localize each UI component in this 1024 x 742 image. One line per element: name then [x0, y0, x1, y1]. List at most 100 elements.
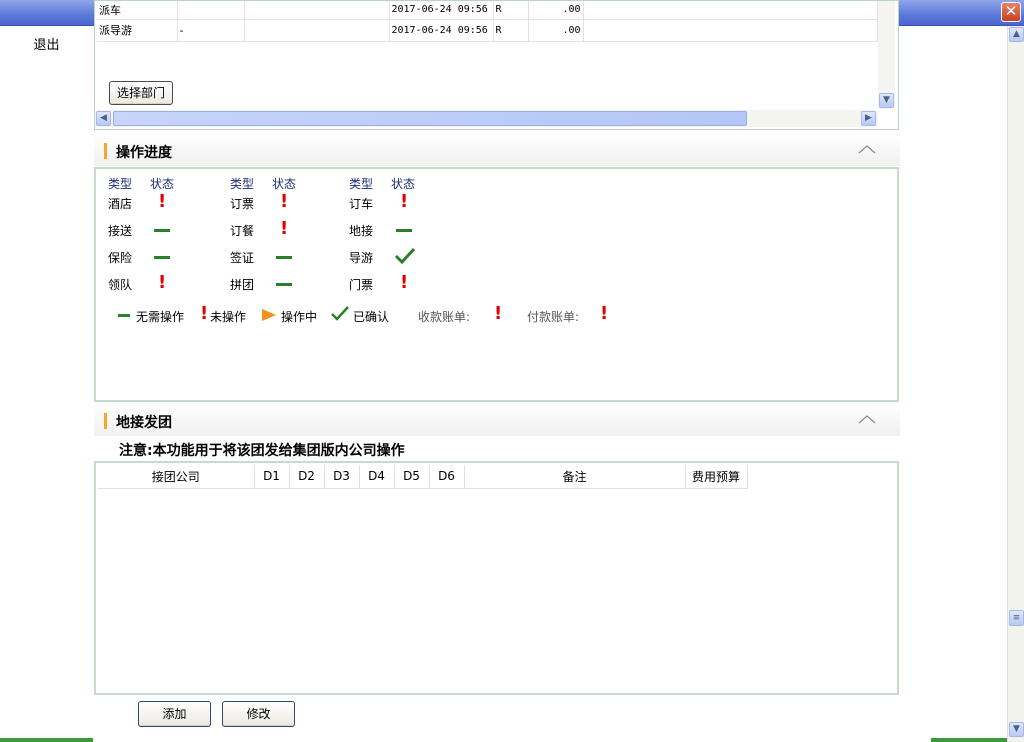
close-window-button[interactable]: ✕ [1001, 2, 1021, 22]
col-remark: 备注 [464, 465, 686, 489]
payable-bill-status-icon[interactable] [600, 303, 608, 324]
cell-type: 派车 [97, 1, 178, 20]
cell-type: 派导游 [97, 19, 178, 42]
col-type-header: 类型 [349, 177, 374, 191]
progress-item-guide: 导游 [349, 251, 374, 265]
progress-item-hotel: 酒店 [108, 197, 133, 211]
progress-item-admission: 门票 [349, 278, 374, 292]
progress-item-transfer: 接送 [108, 224, 133, 238]
cell-empty [583, 1, 878, 20]
not-done-icon [158, 191, 166, 212]
table-vertical-scrollbar[interactable]: ▼ [878, 1, 895, 109]
col-type-header: 类型 [108, 177, 133, 191]
dispatch-section-title: 地接发团 [116, 415, 172, 431]
scroll-down-icon[interactable]: ▼ [879, 93, 894, 108]
legend-no-action-icon [118, 314, 130, 317]
progress-section-header[interactable]: 操作进度 [94, 134, 900, 166]
cell-time: 2017-06-24 09:56 [389, 19, 494, 42]
cell-c2 [244, 19, 390, 42]
vertical-scroll-thumb[interactable]: ≡ [1009, 610, 1024, 626]
dispatch-notice: 注意:本功能用于将该团发给集团版内公司操作 [119, 443, 405, 459]
collapse-chevron-up-icon[interactable] [858, 142, 876, 156]
receivable-bill-status-icon[interactable] [494, 303, 502, 324]
cell-amount: .00 [528, 1, 584, 20]
cell-c1: - [177, 19, 245, 42]
table-horizontal-scrollbar[interactable]: ◀ ▶ [95, 110, 878, 127]
scroll-right-icon[interactable]: ▶ [861, 111, 876, 126]
cell-c2 [244, 1, 390, 20]
no-action-icon [276, 283, 292, 286]
dispatch-record-panel: 派车 2017-06-24 09:56 R .00 派导游 - 2017-06-… [94, 0, 899, 130]
col-type-header: 类型 [230, 177, 255, 191]
legend-no-action-label: 无需操作 [136, 310, 185, 324]
dispatch-table: 接团公司 D1 D2 D3 D4 D5 D6 备注 费用预算 [98, 465, 748, 489]
progress-item-visa: 签证 [230, 251, 255, 265]
not-done-icon [400, 272, 408, 293]
legend-not-done-label: 未操作 [210, 310, 247, 324]
col-status-header: 状态 [272, 177, 297, 191]
progress-panel: 类型 状态 类型 状态 类型 状态 酒店 接送 保险 领队 订票 订餐 签证 拼… [94, 167, 899, 402]
cell-flag: R [493, 19, 529, 42]
col-d1: D1 [254, 465, 290, 489]
payable-bill-label: 付款账单: [527, 310, 580, 324]
dispatch-section-header[interactable]: 地接发团 [94, 404, 900, 436]
no-action-icon [154, 229, 170, 232]
not-done-icon [400, 191, 408, 212]
col-d3: D3 [324, 465, 360, 489]
horizontal-scroll-thumb[interactable] [113, 111, 747, 126]
progress-item-ground: 地接 [349, 224, 374, 238]
taskbar-strip [0, 738, 93, 742]
add-button[interactable]: 添加 [138, 701, 211, 727]
dispatch-table-panel: 接团公司 D1 D2 D3 D4 D5 D6 备注 费用预算 [94, 461, 899, 695]
table-row: 派导游 - 2017-06-24 09:56 R .00 [97, 19, 878, 42]
taskbar-strip [931, 738, 1007, 742]
legend-in-progress-label: 操作中 [281, 310, 318, 324]
no-action-icon [396, 229, 412, 232]
section-accent-bar [104, 413, 107, 429]
no-action-icon [276, 256, 292, 259]
progress-item-car: 订车 [349, 197, 374, 211]
receivable-bill-label: 收款账单: [418, 310, 471, 324]
progress-item-group: 拼团 [230, 278, 255, 292]
cell-time: 2017-06-24 09:56 [389, 1, 494, 20]
progress-item-ticket: 订票 [230, 197, 255, 211]
cell-flag: R [493, 1, 529, 20]
progress-section-title: 操作进度 [116, 145, 172, 161]
confirmed-check-icon [394, 247, 416, 265]
not-done-icon [280, 191, 288, 212]
col-d4: D4 [359, 465, 395, 489]
progress-item-meal: 订餐 [230, 224, 255, 238]
col-d2: D2 [289, 465, 325, 489]
table-row: 派车 2017-06-24 09:56 R .00 [97, 1, 878, 20]
col-budget: 费用预算 [685, 465, 748, 489]
legend-in-progress-icon [262, 309, 276, 321]
col-d5: D5 [394, 465, 430, 489]
col-receiving-company: 接团公司 [98, 465, 255, 489]
scroll-up-icon[interactable]: ▲ [1009, 27, 1024, 42]
col-status-header: 状态 [150, 177, 175, 191]
progress-item-insurance: 保险 [108, 251, 133, 265]
col-status-header: 状态 [391, 177, 416, 191]
left-nav: 退出 [0, 26, 93, 742]
not-done-icon [280, 218, 288, 239]
dispatch-record-table: 派车 2017-06-24 09:56 R .00 派导游 - 2017-06-… [97, 1, 878, 42]
scroll-down-icon[interactable]: ▼ [1009, 722, 1024, 737]
select-department-button[interactable]: 选择部门 [109, 81, 173, 105]
cell-c1 [177, 1, 245, 20]
legend-confirmed-label: 已确认 [353, 310, 390, 324]
scroll-left-icon[interactable]: ◀ [96, 111, 111, 126]
no-action-icon [154, 256, 170, 259]
cell-amount: .00 [528, 19, 584, 42]
exit-link[interactable]: 退出 [0, 34, 93, 53]
page-vertical-scrollbar[interactable]: ▲ ≡ ▼ [1007, 26, 1024, 742]
table-header-row: 接团公司 D1 D2 D3 D4 D5 D6 备注 费用预算 [98, 465, 748, 489]
section-accent-bar [104, 143, 107, 159]
edit-button[interactable]: 修改 [222, 701, 295, 727]
cell-empty [583, 19, 878, 42]
collapse-chevron-up-icon[interactable] [858, 412, 876, 426]
progress-item-tour-leader: 领队 [108, 278, 133, 292]
legend-confirmed-icon [331, 306, 349, 321]
not-done-icon [158, 272, 166, 293]
legend-not-done-icon [200, 303, 208, 324]
col-d6: D6 [429, 465, 465, 489]
